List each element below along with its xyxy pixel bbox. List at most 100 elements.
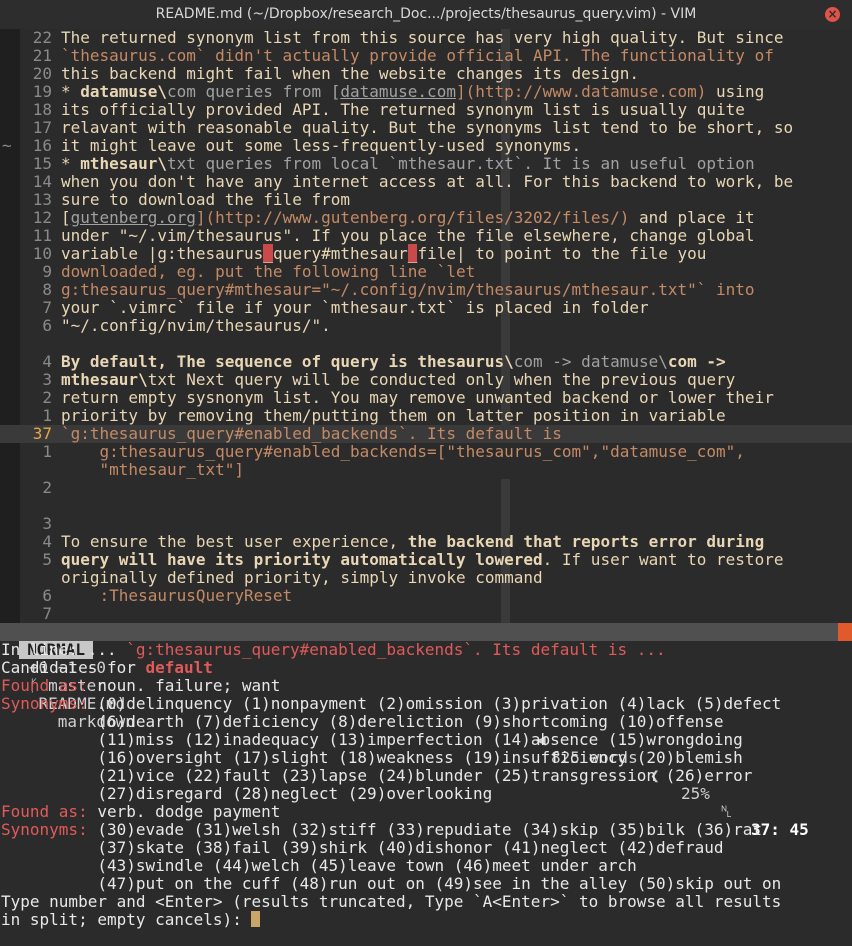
editor-line[interactable]: 13 sure to download the file from xyxy=(0,191,852,209)
editor-line[interactable]: 3 xyxy=(0,515,852,533)
line-text: its officially provided API. The returne… xyxy=(61,100,745,119)
line-text: under "~/.vim/thesaurus". If you place t… xyxy=(61,226,755,245)
line-number: 22 xyxy=(32,28,52,47)
line-text: originally defined priority, simply invo… xyxy=(61,568,543,587)
synonym-row: (6)dearth (7)deficiency (8)dereliction (… xyxy=(87,712,724,731)
editor-line[interactable]: 20 this backend might fail when the websi… xyxy=(0,65,852,83)
editor-line[interactable]: 2 xyxy=(0,479,852,497)
line-number: 10 xyxy=(32,244,52,263)
editor-line[interactable]: 18 its officially provided API. The retur… xyxy=(0,101,852,119)
synonym-row: Synonyms: (0)delinquency (1)nonpayment (… xyxy=(1,694,782,713)
inline-context: In line: ... `g:thesaurus_query#enabled_… xyxy=(1,640,666,659)
line-number: 9 xyxy=(42,262,52,281)
prompt-input-line[interactable]: in split; empty cancels): xyxy=(1,911,851,929)
editor-line-current[interactable]: 37 `g:thesaurus_query#enabled_backends`. … xyxy=(0,425,852,443)
editor-line[interactable]: 8 g:thesaurus_query#mthesaur="~/.config/n… xyxy=(0,281,852,299)
window-title: README.md (~/Dropbox/research_Doc.../pro… xyxy=(155,6,697,22)
found-as-line: Found as: verb. dodge payment xyxy=(1,802,281,821)
synonym-row: (11)miss (12)inadequacy (13)imperfection… xyxy=(87,730,743,749)
editor-line[interactable]: 11 under "~/.vim/thesaurus". If you place… xyxy=(0,227,852,245)
line-number: 6 xyxy=(42,316,52,335)
synonym-row: (37)skate (38)fail (39)shirk (40)dishono… xyxy=(87,838,724,857)
line-number: 8 xyxy=(42,280,52,299)
editor-line[interactable]: 4 To ensure the best user experience, the… xyxy=(0,533,852,551)
editor-line[interactable]: 7 xyxy=(0,605,852,623)
line-text: priority by removing them/putting them o… xyxy=(61,406,726,425)
warning-marker xyxy=(838,623,852,641)
line-text: mthesaur\txt Next query will be conducte… xyxy=(61,370,736,389)
line-text: [gutenberg.org](http://www.gutenberg.org… xyxy=(61,208,755,227)
line-number: 2 xyxy=(42,388,52,407)
line-number: 21 xyxy=(32,46,52,65)
line-number: 1 xyxy=(42,406,52,425)
close-icon[interactable]: × xyxy=(825,7,840,22)
line-number: 6 xyxy=(42,586,52,605)
candidates-header: Candidates for default xyxy=(1,658,213,677)
editor-line[interactable] xyxy=(0,497,852,515)
prompt-line: Type number and <Enter> (results truncat… xyxy=(1,892,782,911)
line-text: By default, The sequence of query is the… xyxy=(61,352,726,371)
line-number: 3 xyxy=(42,370,52,389)
editor-line[interactable]: 9 downloaded, eg. put the following line … xyxy=(0,263,852,281)
synonym-row: Synonyms: (30)evade (31)welsh (32)stiff … xyxy=(1,820,762,839)
editor-line[interactable]: 10 variable |g:thesaurus_query#mthesaur_f… xyxy=(0,244,852,263)
line-text: "~/.config/nvim/thesaurus/". xyxy=(61,316,331,335)
line-text: To ensure the best user experience, the … xyxy=(61,532,765,551)
line-number: 4 xyxy=(42,352,52,371)
line-number: 18 xyxy=(32,100,52,119)
line-text: The returned synonym list from this sour… xyxy=(61,28,784,47)
editor-line[interactable]: 19 * datamuse\com queries from [datamuse.… xyxy=(0,83,852,101)
line-text: it might leave out some less-frequently-… xyxy=(61,136,582,155)
line-number: 17 xyxy=(32,118,52,137)
line-number: 37 xyxy=(32,424,52,443)
editor-line[interactable]: 4 By default, The sequence of query is th… xyxy=(0,353,852,371)
editor-line[interactable]: "mthesaur_txt"] xyxy=(0,461,852,479)
editor-line[interactable]: 14 when you don't have any internet acces… xyxy=(0,173,852,191)
line-number: 2 xyxy=(42,478,52,497)
editor-line[interactable]: 1 priority by removing them/putting them … xyxy=(0,407,852,425)
editor-line[interactable]: 22 The returned synonym list from this so… xyxy=(0,29,852,47)
synonym-row: (47)put on the cuff (48)run out on (49)s… xyxy=(87,874,782,893)
fold-marker: ~ xyxy=(2,136,12,155)
line-number: 11 xyxy=(32,226,52,245)
line-text: g:thesaurus_query#mthesaur="~/.config/nv… xyxy=(61,280,755,299)
editor-line[interactable]: 21 `thesaurus.com` didn't actually provid… xyxy=(0,47,852,65)
command-area[interactable]: In line: ... `g:thesaurus_query#enabled_… xyxy=(1,641,851,929)
editor-line[interactable]: 16 it might leave out some less-frequentl… xyxy=(0,137,852,155)
editor-buffer[interactable]: 22 The returned synonym list from this so… xyxy=(0,29,852,641)
line-text: * datamuse\com queries from [datamuse.co… xyxy=(61,82,765,101)
editor-line[interactable]: 17 relavant with reasonable quality. But … xyxy=(0,119,852,137)
editor-line[interactable]: 7 your `.vimrc` file if your `mthesaur.tx… xyxy=(0,299,852,317)
line-number: 19 xyxy=(32,82,52,101)
found-as-line: Found as: noun. failure; want xyxy=(1,676,281,695)
line-text: * mthesaur\txt queries from local `mthes… xyxy=(61,154,755,173)
line-text: your `.vimrc` file if your `mthesaur.txt… xyxy=(61,298,649,317)
line-text: when you don't have any internet access … xyxy=(61,172,794,191)
editor-line[interactable]: 6 "~/.config/nvim/thesaurus/". xyxy=(0,317,852,335)
line-text: sure to download the file from xyxy=(61,190,350,209)
editor-line[interactable]: 15 * mthesaur\txt queries from local `mth… xyxy=(0,155,852,173)
line-text: return empty sysnonym list. You may remo… xyxy=(61,388,774,407)
line-number: 20 xyxy=(32,64,52,83)
synonym-row: (43)swindle (44)welch (45)leave town (46… xyxy=(87,856,637,875)
editor-line[interactable]: 12 [gutenberg.org](http://www.gutenberg.o… xyxy=(0,209,852,227)
line-number: 3 xyxy=(42,514,52,533)
title-bar: README.md (~/Dropbox/research_Doc.../pro… xyxy=(0,0,852,29)
editor-line[interactable]: 1 g:thesaurus_query#enabled_backends=["t… xyxy=(0,443,852,461)
editor-line[interactable]: 3 mthesaur\txt Next query will be conduct… xyxy=(0,371,852,389)
line-text: "mthesaur_txt"] xyxy=(61,460,245,479)
line-number: 13 xyxy=(32,190,52,209)
line-text: downloaded, eg. put the following line `… xyxy=(61,262,476,281)
editor-line[interactable]: originally defined priority, simply invo… xyxy=(0,569,852,587)
line-number: 1 xyxy=(42,442,52,461)
editor-line[interactable]: 5 query will have its priority automatica… xyxy=(0,551,852,569)
line-text: variable |g:thesaurus_query#mthesaur_fil… xyxy=(61,244,707,263)
editor-line[interactable] xyxy=(0,335,852,353)
synonym-row: (21)vice (22)fault (23)lapse (24)blunder… xyxy=(87,766,753,785)
editor-line[interactable]: 2 return empty sysnonym list. You may rem… xyxy=(0,389,852,407)
line-text: `thesaurus.com` didn't actually provide … xyxy=(61,46,774,65)
status-line: NORMAL +0 ~1 -0 ᚴ master README.md markd… xyxy=(0,623,852,839)
line-text: :ThesaurusQueryReset xyxy=(61,586,293,605)
synonym-groups: Found as: noun. failure; want Synonyms: (… xyxy=(1,677,851,893)
editor-line[interactable]: 6 :ThesaurusQueryReset xyxy=(0,587,852,605)
